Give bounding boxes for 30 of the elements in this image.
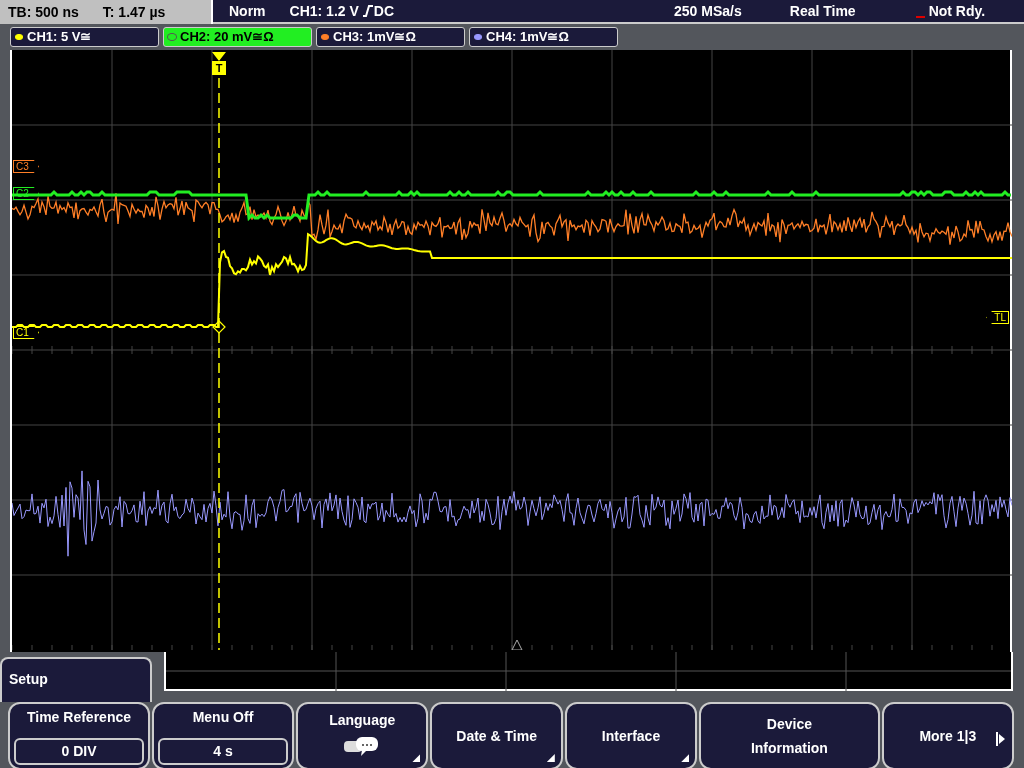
- submenu-corner-icon: [412, 754, 421, 762]
- acquisition-state: Not Rdy.: [928, 1, 986, 21]
- menu-button[interactable]: Time Reference 0 DIV: [8, 702, 150, 768]
- channel-tab[interactable]: CH3: 1mV≅Ω: [316, 27, 465, 47]
- channel-tab[interactable]: CH2: 20 mV≅Ω: [163, 27, 312, 47]
- menu-button[interactable]: More 1|3: [881, 702, 1015, 768]
- acquisition-mode: Real Time: [789, 1, 856, 21]
- trigger-position-marker: T: [212, 52, 226, 75]
- channel-tab[interactable]: CH4: 1mV≅Ω: [469, 27, 618, 47]
- menu-button[interactable]: Menu Off 4 s: [152, 702, 294, 768]
- trigger-level-icon: [212, 320, 226, 334]
- menu-button[interactable]: Language: [296, 702, 429, 768]
- status-indicator: [915, 16, 925, 18]
- trigger-mode: Norm: [229, 1, 266, 21]
- menu-button[interactable]: Interface: [564, 702, 698, 768]
- menu-title: Setup: [0, 657, 152, 702]
- menu-button[interactable]: Device Information: [699, 702, 880, 768]
- sample-rate: 250 MSa/s: [674, 1, 742, 21]
- value-button[interactable]: 4 s: [158, 738, 288, 765]
- channel-tab[interactable]: CH1: 5 V≅: [10, 27, 159, 47]
- value-button[interactable]: 0 DIV: [14, 738, 144, 765]
- center-marker-icon: [511, 639, 523, 650]
- trigger-source: CH1: 1.2 V: [289, 1, 359, 21]
- trigger-coupling: DC: [373, 1, 395, 21]
- submenu-corner-icon: [681, 754, 690, 762]
- trigger-time-readout: T: 1.47 µs: [102, 2, 166, 22]
- timebase-readout: TB: 500 ns: [8, 2, 79, 22]
- rising-edge-icon: [362, 5, 373, 17]
- menu-button[interactable]: Date & Time: [430, 702, 563, 768]
- next-page-icon: [996, 732, 1005, 746]
